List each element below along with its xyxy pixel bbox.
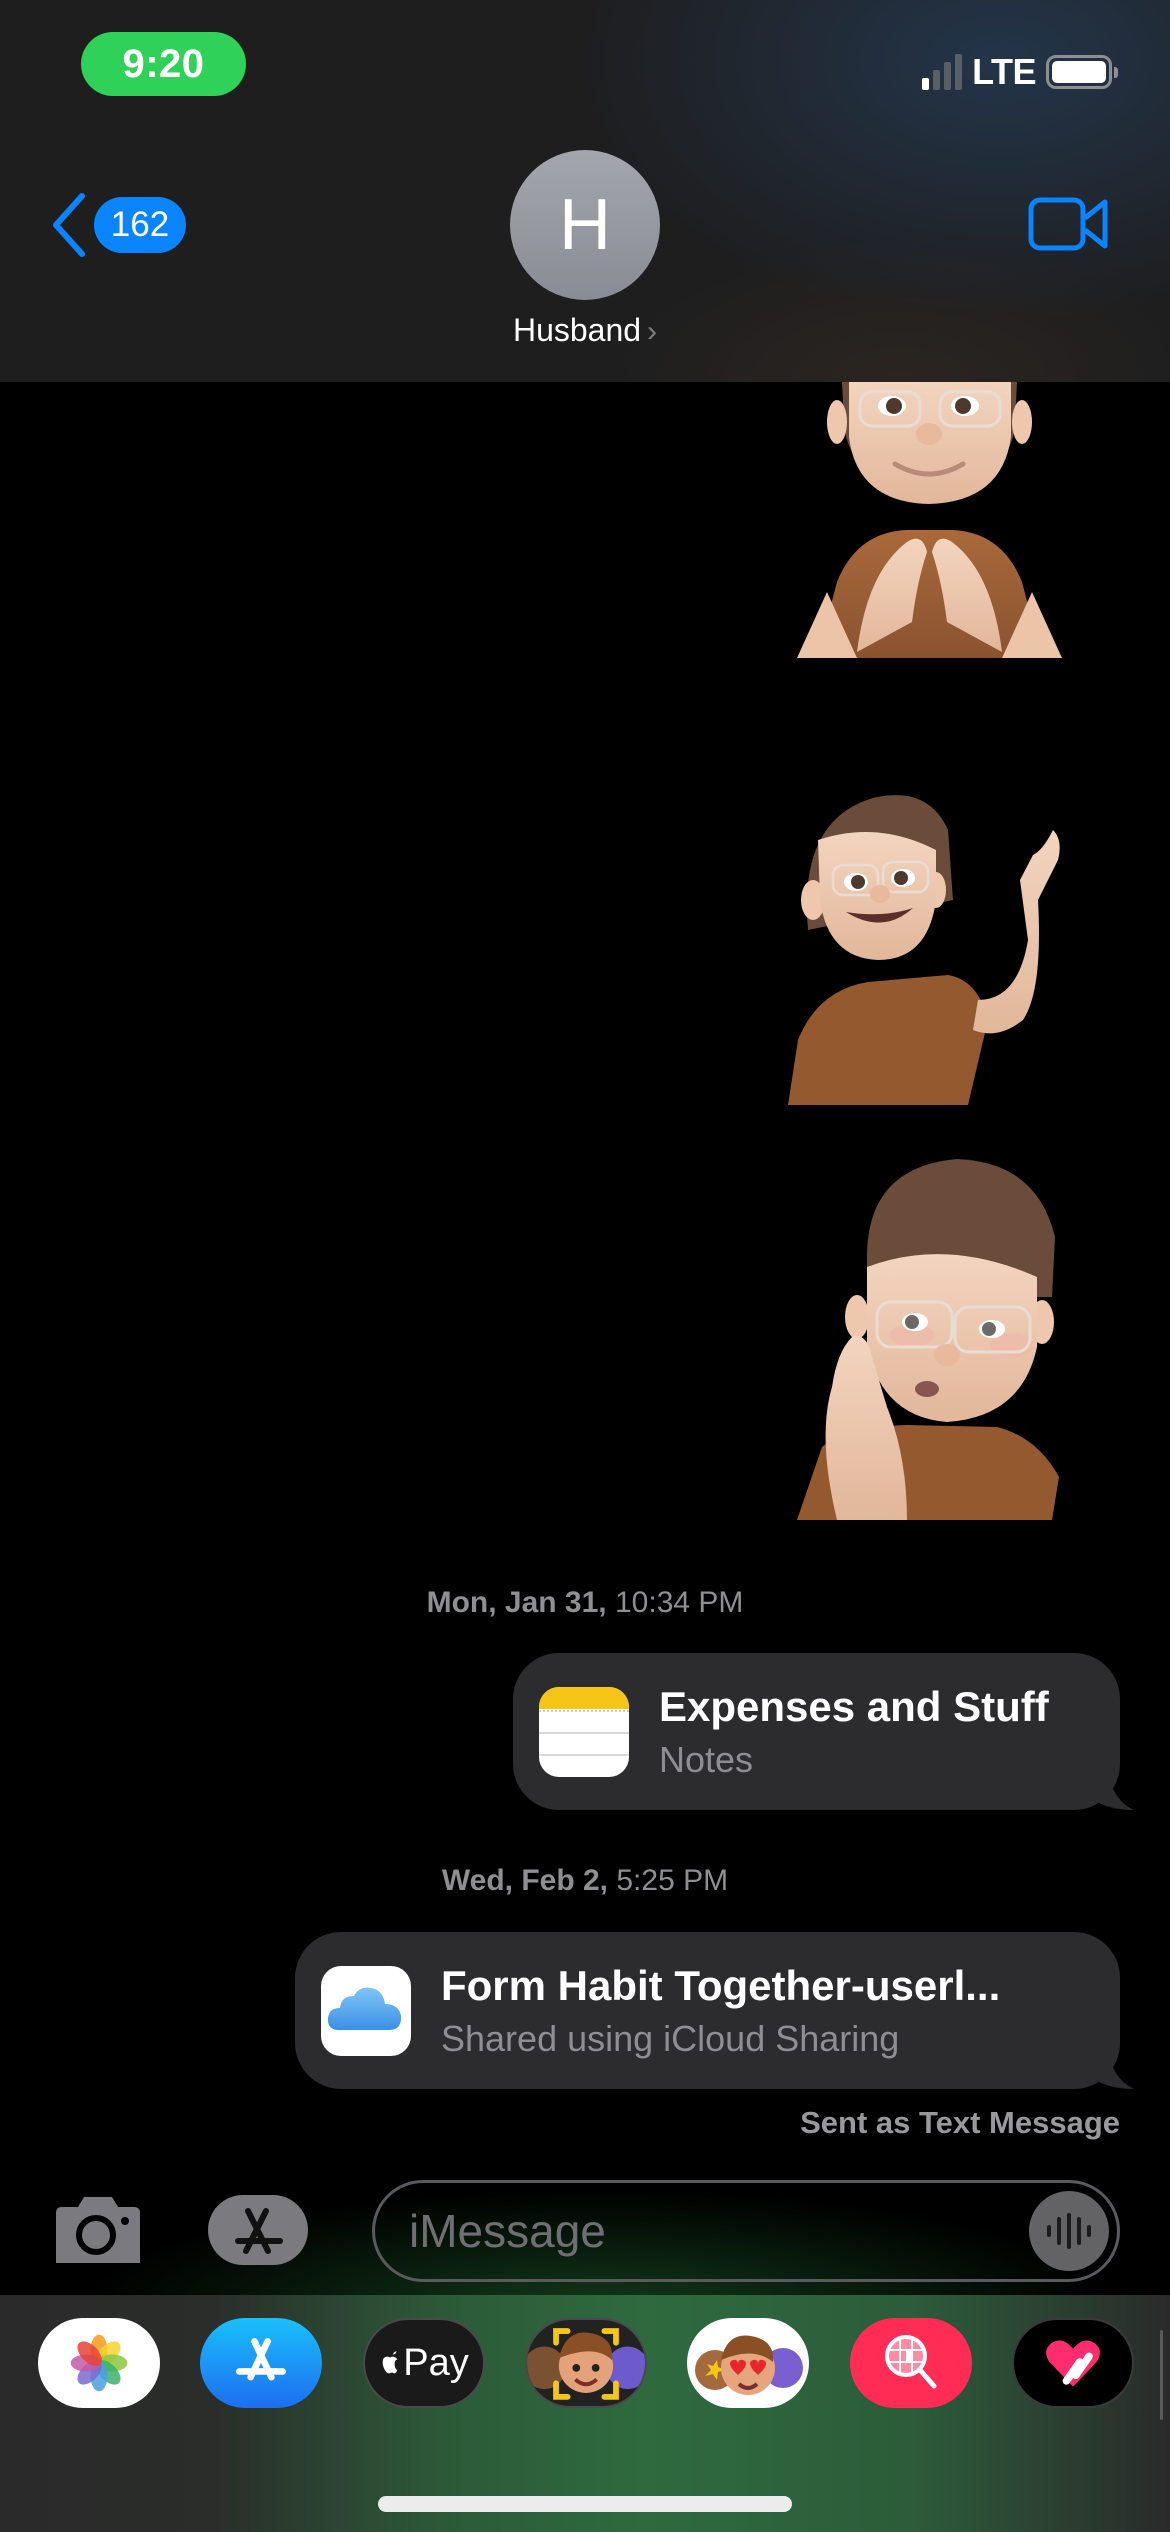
link-title: Form Habit Together-userl... xyxy=(441,1961,1001,2009)
status-indicators: LTE xyxy=(922,51,1118,92)
waveform-icon xyxy=(1047,2213,1091,2249)
contact-name-button[interactable]: Husband › xyxy=(0,312,1170,349)
drawer-scrollbar[interactable] xyxy=(1160,2330,1163,2420)
message-input[interactable] xyxy=(372,2180,1120,2282)
heart-touch-icon[interactable] xyxy=(1012,2318,1134,2408)
icloud-icon xyxy=(321,1965,411,2056)
link-subtitle: Shared using iCloud Sharing xyxy=(441,2017,900,2059)
unread-count-badge: 162 xyxy=(94,197,186,253)
conversation-header: 9:20 LTE 162 H Husband › xyxy=(0,0,1170,382)
contact-name: Husband xyxy=(512,312,642,348)
bubble-tail xyxy=(1094,2049,1134,2089)
link-subtitle: Notes xyxy=(659,1738,754,1780)
bubble-tail xyxy=(1094,1770,1134,1810)
apple-pay-icon[interactable]: Pay xyxy=(363,2318,485,2408)
app-store-icon[interactable] xyxy=(200,2318,322,2408)
back-button[interactable]: 162 xyxy=(48,192,186,258)
memoji-icon[interactable] xyxy=(525,2318,647,2408)
chevron-right-icon: › xyxy=(647,315,658,348)
video-camera-icon[interactable] xyxy=(1028,196,1110,252)
memoji-cheek-sticker[interactable] xyxy=(797,1157,1065,1520)
status-time[interactable]: 9:20 xyxy=(81,32,246,96)
photos-icon[interactable] xyxy=(38,2318,160,2408)
app-store-icon[interactable] xyxy=(208,2193,320,2267)
contact-avatar[interactable]: H xyxy=(510,150,660,300)
home-indicator[interactable] xyxy=(378,2496,792,2512)
battery-icon xyxy=(1046,55,1118,89)
camera-icon[interactable] xyxy=(52,2193,144,2267)
cellular-signal-icon xyxy=(922,54,963,90)
apple-pay-label: Pay xyxy=(403,2341,469,2384)
timestamp-divider: Wed, Feb 2, 5:25 PM xyxy=(441,1864,729,1897)
network-type: LTE xyxy=(972,51,1036,92)
memoji-waving-sticker[interactable] xyxy=(788,790,1083,1105)
notes-app-icon xyxy=(539,1686,629,1777)
timestamp-divider: Mon, Jan 31, 10:34 PM xyxy=(426,1586,744,1619)
memoji-heart-hands-sticker[interactable] xyxy=(797,382,1062,658)
memoji-cheek-icon xyxy=(797,1159,1059,1520)
audio-message-button[interactable] xyxy=(1029,2191,1109,2271)
memoji-waving-icon xyxy=(788,795,1060,1105)
message-text-field[interactable] xyxy=(409,2204,969,2258)
memoji-stickers-icon[interactable] xyxy=(687,2318,809,2408)
memoji-heart-hands-icon xyxy=(797,382,1062,658)
chevron-left-icon xyxy=(53,193,85,257)
notes-link-bubble[interactable]: Expenses and Stuff Notes xyxy=(513,1653,1134,1810)
icloud-link-bubble[interactable]: Form Habit Together-userl... Shared usin… xyxy=(295,1932,1134,2089)
link-title: Expenses and Stuff xyxy=(659,1682,1049,1730)
globe-search-icon[interactable] xyxy=(850,2318,972,2408)
delivery-status: Sent as Text Message xyxy=(800,2105,1120,2140)
